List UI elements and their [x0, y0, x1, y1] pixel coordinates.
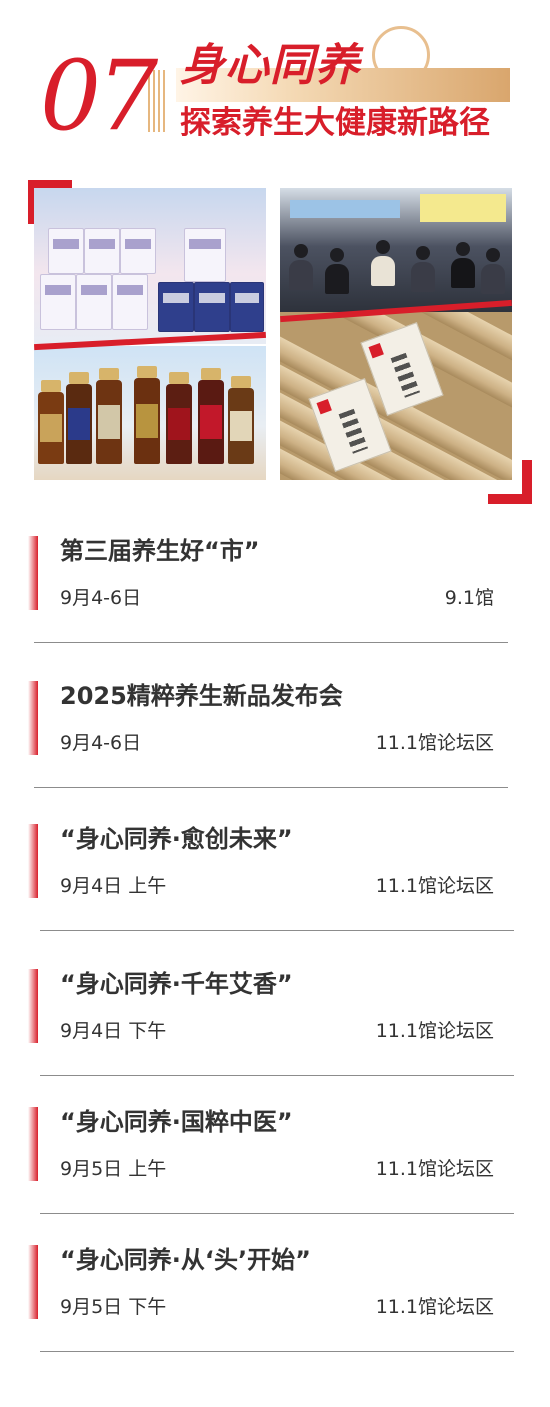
event-item: “身心同养·千年艾香” 9月4日 下午 11.1馆论坛区 [0, 963, 550, 1108]
event-divider [40, 1351, 514, 1352]
attendee [451, 258, 475, 288]
product-box [120, 228, 156, 274]
expo-banner [290, 200, 400, 218]
section-number: 07 [40, 40, 158, 152]
attendee [294, 244, 308, 258]
product-box [230, 282, 264, 332]
attendee [289, 260, 313, 290]
event-accent-bar [28, 1107, 38, 1181]
health-supplement-boxes-photo [34, 188, 266, 344]
event-title: “身心同养·国粹中医” [60, 1108, 293, 1136]
event-divider [34, 787, 508, 788]
event-venue: 11.1馆论坛区 [375, 1020, 494, 1042]
moxa-sticks-photo [280, 312, 512, 480]
bottle [38, 380, 64, 464]
expo-banner [420, 194, 506, 222]
attendee [371, 256, 395, 286]
event-venue: 11.1馆论坛区 [375, 1296, 494, 1318]
event-venue: 11.1馆论坛区 [375, 875, 494, 897]
product-box [84, 228, 120, 274]
audience-at-expo-photo [280, 188, 512, 318]
event-date: 9月4日 上午 [60, 875, 167, 897]
bottle [66, 372, 92, 464]
product-box [158, 282, 194, 332]
bottle [96, 368, 122, 464]
event-date: 9月4-6日 [60, 732, 142, 754]
product-box [194, 282, 230, 332]
bottle [198, 368, 224, 464]
event-divider [40, 1213, 514, 1214]
attendee [416, 246, 430, 260]
event-title: “身心同养·千年艾香” [60, 970, 293, 998]
product-box [76, 274, 112, 330]
product-box [184, 228, 226, 282]
event-accent-bar [28, 1245, 38, 1319]
event-divider [40, 930, 514, 931]
bottle [134, 366, 160, 464]
event-accent-bar [28, 969, 38, 1043]
photo-collage [0, 170, 550, 504]
product-box [48, 228, 84, 274]
event-item: 2025精粹养生新品发布会 9月4-6日 11.1馆论坛区 [0, 675, 550, 820]
event-title: “身心同养·从‘头’开始” [60, 1246, 311, 1274]
section-subtitle: 探索养生大健康新路径 [180, 105, 490, 141]
event-item: 第三届养生好“市” 9月4-6日 9.1馆 [0, 530, 550, 675]
event-venue: 9.1馆 [444, 587, 494, 609]
event-divider [34, 642, 508, 643]
bottle [228, 376, 254, 464]
oral-liquid-bottles-photo [34, 346, 266, 480]
event-venue: 11.1馆论坛区 [375, 732, 494, 754]
event-item: “身心同养·愈创未来” 9月4日 上午 11.1馆论坛区 [0, 818, 550, 963]
event-venue: 11.1馆论坛区 [375, 1158, 494, 1180]
event-accent-bar [28, 681, 38, 755]
event-date: 9月4-6日 [60, 587, 142, 609]
attendee [486, 248, 500, 262]
event-date: 9月5日 下午 [60, 1296, 167, 1318]
event-item: “身心同养·国粹中医” 9月5日 上午 11.1馆论坛区 [0, 1101, 550, 1246]
event-accent-bar [28, 824, 38, 898]
event-date: 9月5日 上午 [60, 1158, 167, 1180]
attendee [481, 264, 505, 294]
red-corner-bracket-bottom-right [488, 460, 532, 504]
event-title: 2025精粹养生新品发布会 [60, 682, 343, 710]
event-divider [40, 1075, 514, 1076]
attendee [456, 242, 470, 256]
section-title: 身心同养 [180, 40, 360, 91]
attendee [411, 262, 435, 292]
product-box [40, 274, 76, 330]
event-title: “身心同养·愈创未来” [60, 825, 293, 853]
attendee [330, 248, 344, 262]
attendee [325, 264, 349, 294]
attendee [376, 240, 390, 254]
section-header: 07 身心同养 探索养生大健康新路径 [0, 0, 550, 160]
event-date: 9月4日 下午 [60, 1020, 167, 1042]
event-title: 第三届养生好“市” [60, 537, 260, 565]
product-box [112, 274, 148, 330]
event-accent-bar [28, 536, 38, 610]
event-item: “身心同养·从‘头’开始” 9月5日 下午 11.1馆论坛区 [0, 1239, 550, 1384]
bottle [166, 372, 192, 464]
